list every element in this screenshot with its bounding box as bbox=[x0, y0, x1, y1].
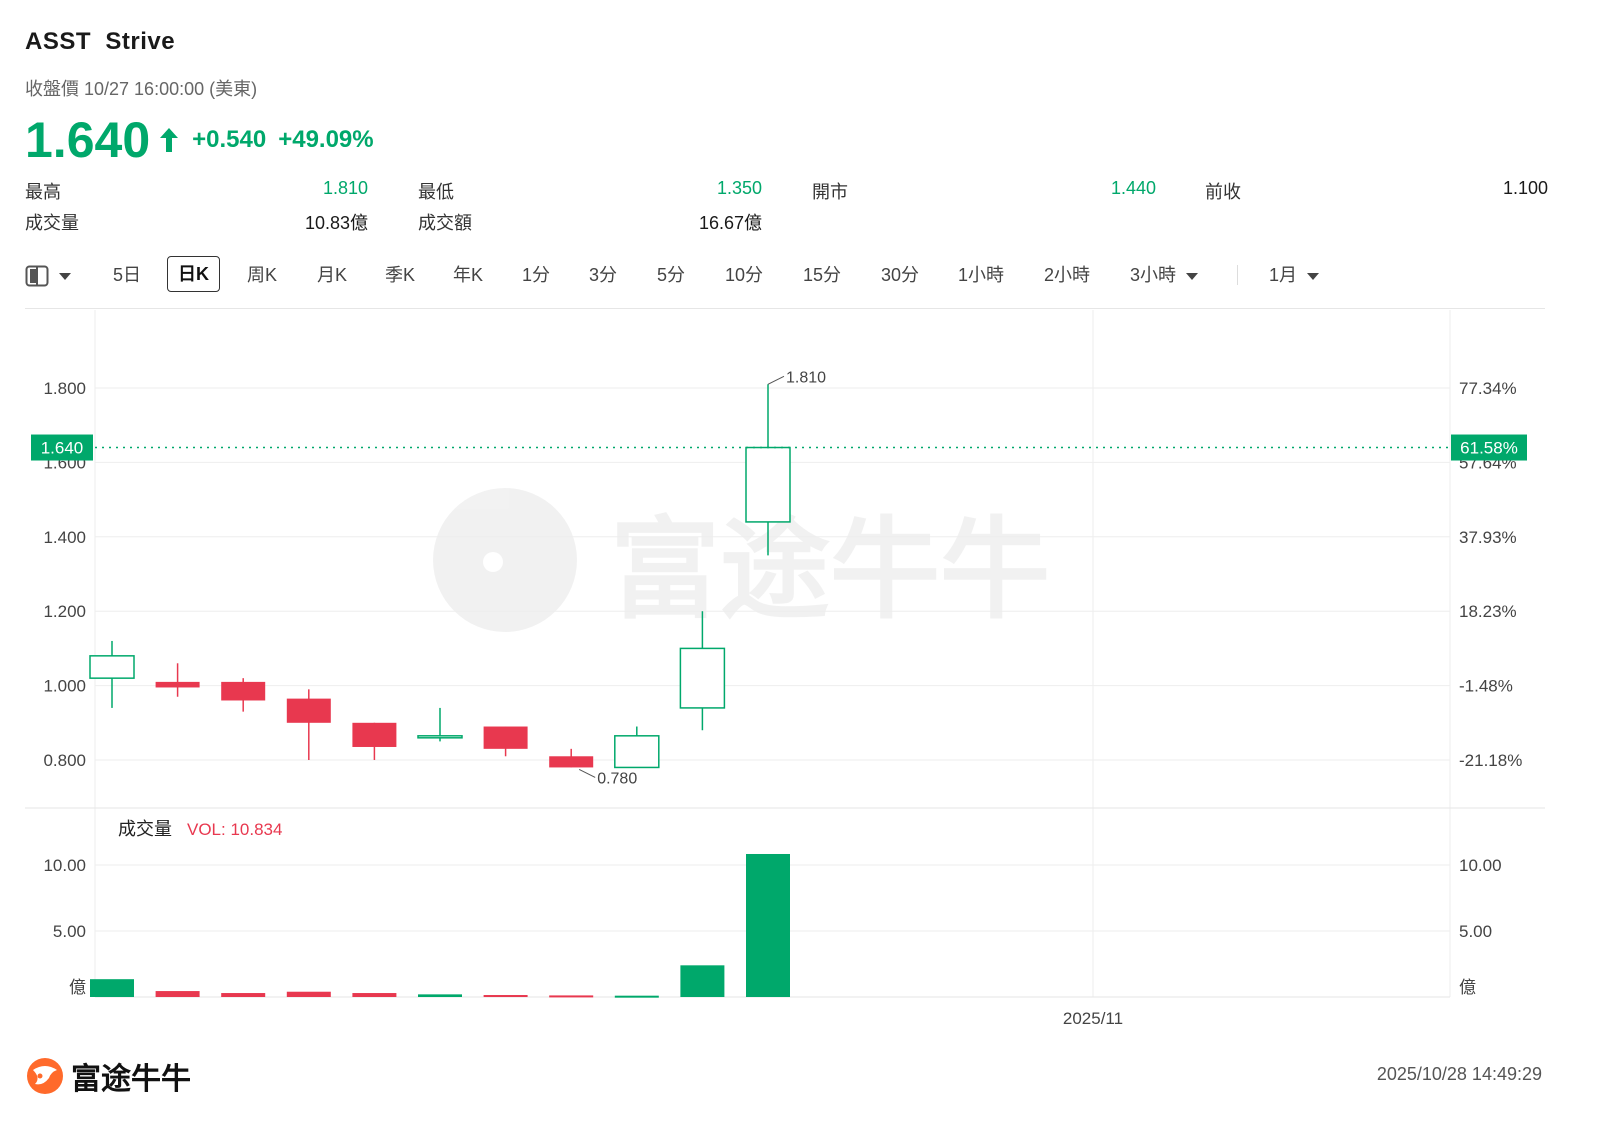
volume-bar bbox=[549, 995, 594, 998]
candle-body-down bbox=[352, 722, 397, 747]
y-tick-label: 1.000 bbox=[43, 677, 86, 696]
x-axis-label: 2025/11 bbox=[1063, 1009, 1123, 1028]
volume-bar bbox=[418, 994, 462, 997]
low-marker-label: 0.780 bbox=[597, 770, 637, 787]
volume-unit-label-right: 億 bbox=[1459, 978, 1476, 997]
volume-tick-label-right: 5.00 bbox=[1459, 922, 1492, 941]
candle-body-up bbox=[745, 446, 791, 523]
candle-body-down bbox=[549, 756, 594, 768]
high-marker-label: 1.810 bbox=[786, 369, 826, 386]
candle-body-up bbox=[614, 735, 660, 769]
y-tick-label: 1.200 bbox=[43, 602, 86, 621]
volume-tick-label-right: 10.00 bbox=[1459, 856, 1502, 875]
volume-bar bbox=[286, 991, 331, 997]
y-tick-label: 1.800 bbox=[43, 379, 86, 398]
volume-bar bbox=[352, 993, 397, 997]
volume-layer bbox=[90, 853, 790, 998]
volume-bar bbox=[614, 995, 659, 998]
y-tick-label: 1.400 bbox=[43, 528, 86, 547]
footer-timestamp: 2025/10/28 14:49:29 bbox=[1376, 1064, 1542, 1084]
current-pct-label: 61.58% bbox=[1460, 439, 1518, 458]
candle-body-down bbox=[483, 726, 528, 749]
volume-tick-label: 10.00 bbox=[43, 856, 86, 875]
candle-body-up bbox=[679, 647, 726, 709]
volume-tick-label: 5.00 bbox=[53, 922, 86, 941]
candle-body-up bbox=[417, 735, 463, 739]
candle-body-down bbox=[155, 681, 200, 688]
low-marker-line bbox=[578, 768, 596, 778]
candle-body-down bbox=[221, 681, 266, 701]
volume-value-label: VOL: 10.834 bbox=[187, 820, 282, 839]
watermark-text: 富途牛牛 bbox=[610, 509, 1050, 632]
volume-unit-label: 億 bbox=[69, 978, 86, 997]
footer-brand: 富途牛牛 bbox=[71, 1063, 191, 1096]
volume-bar bbox=[90, 979, 134, 997]
volume-title: 成交量 bbox=[118, 819, 172, 839]
volume-bar bbox=[746, 853, 790, 997]
candlestick-chart[interactable]: 富途牛牛 1.800 77.34%1.600 57.64%1.400 37.93%1.… bbox=[0, 0, 1600, 1139]
footer-logo: 富途牛牛 bbox=[25, 1054, 191, 1098]
candle-body-up bbox=[89, 655, 135, 679]
y-tick-pct-label: 37.93% bbox=[1459, 528, 1517, 547]
candle-body-down bbox=[286, 698, 331, 723]
volume-bar bbox=[155, 991, 200, 997]
y-tick-pct-label: 18.23% bbox=[1459, 602, 1517, 621]
current-price-label: 1.640 bbox=[41, 439, 84, 458]
volume-bar bbox=[483, 995, 528, 998]
watermark-logo: 富途牛牛 bbox=[433, 488, 1050, 632]
volume-bar bbox=[680, 965, 725, 997]
futu-logo-icon bbox=[27, 1058, 63, 1094]
y-tick-pct-label: -1.48% bbox=[1459, 677, 1513, 696]
y-tick-pct-label: -21.18% bbox=[1459, 751, 1522, 770]
high-marker-line bbox=[767, 375, 785, 385]
y-tick-pct-label: 77.34% bbox=[1459, 379, 1517, 398]
y-tick-label: 0.800 bbox=[43, 751, 86, 770]
volume-bar bbox=[221, 993, 266, 997]
